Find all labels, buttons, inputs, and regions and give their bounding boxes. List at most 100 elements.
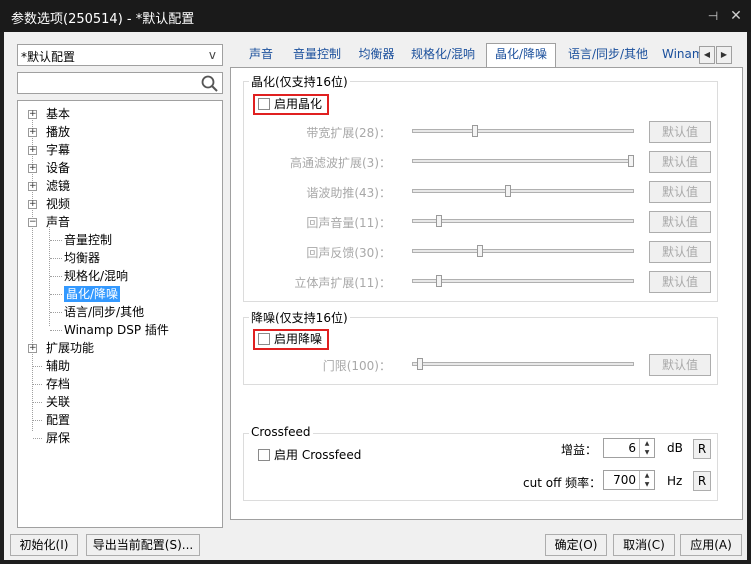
tree-item[interactable]: 存档 bbox=[46, 375, 70, 393]
cutoff-reset-button[interactable]: R bbox=[693, 471, 711, 491]
settings-tree[interactable]: + 基本 + 播放 + 字幕 + 设备 + 滤镜 + 视频 − 声音 + 扩展功能 辅助 存档 关联 配置 屏保 音量控制… bbox=[17, 100, 223, 528]
search-icon[interactable] bbox=[200, 73, 220, 93]
tree-item[interactable]: 辅助 bbox=[46, 357, 70, 375]
tree-expander-icon[interactable]: + bbox=[28, 146, 37, 155]
crystal-slider-thumb[interactable] bbox=[505, 185, 511, 197]
tab-item[interactable]: 音量控制 bbox=[287, 44, 347, 67]
crystal-slider-track[interactable] bbox=[412, 159, 634, 163]
tree-child-item[interactable]: 规格化/混响 bbox=[64, 267, 128, 285]
cancel-button[interactable]: 取消(C) bbox=[613, 534, 675, 556]
tree-expander-icon[interactable]: + bbox=[28, 110, 37, 119]
tree-item[interactable]: 屏保 bbox=[46, 429, 70, 447]
ok-button[interactable]: 确定(O) bbox=[545, 534, 607, 556]
tree-item[interactable]: 扩展功能 bbox=[46, 339, 94, 357]
crystal-slider-track[interactable] bbox=[412, 129, 634, 133]
tree-connector bbox=[33, 384, 42, 385]
tab-scroll-right-icon[interactable]: ▶ bbox=[716, 46, 732, 64]
tree-item[interactable]: 配置 bbox=[46, 411, 70, 429]
crystal-default-button[interactable]: 默认值 bbox=[649, 181, 711, 203]
tree-expander-icon[interactable]: + bbox=[28, 200, 37, 209]
denoise-default-button[interactable]: 默认值 bbox=[649, 354, 711, 376]
crystal-slider-thumb[interactable] bbox=[436, 215, 442, 227]
checkbox-box[interactable] bbox=[258, 98, 270, 110]
cutoff-spinner[interactable]: 700 ▲ ▼ bbox=[603, 470, 655, 490]
window-title: 参数选项(250514) - *默认配置 bbox=[11, 12, 195, 27]
spin-down-icon[interactable]: ▼ bbox=[639, 448, 654, 457]
init-button[interactable]: 初始化(I) bbox=[10, 534, 78, 556]
crossfeed-enable-checkbox[interactable]: 启用 Crossfeed bbox=[258, 448, 361, 464]
tab-item[interactable]: 规格化/混响 bbox=[406, 44, 480, 67]
preset-dropdown[interactable]: *默认配置 v bbox=[17, 44, 223, 66]
checkbox-box[interactable] bbox=[258, 333, 270, 345]
tree-item[interactable]: 基本 bbox=[46, 105, 70, 123]
crystal-slider-thumb[interactable] bbox=[477, 245, 483, 257]
crystal-slider-track[interactable] bbox=[412, 189, 634, 193]
tree-item[interactable]: 视频 bbox=[46, 195, 70, 213]
tree-child-item[interactable]: 语言/同步/其他 bbox=[64, 303, 144, 321]
dialog-client: *默认配置 v + 基本 + 播放 + 字幕 + 设备 + 滤镜 + 视频 − 声音 + 扩展功能 辅助 存档 关联… bbox=[4, 32, 747, 560]
title-bar[interactable]: 参数选项(250514) - *默认配置 ⊣ ✕ bbox=[0, 0, 751, 32]
crystal-enable-label: 启用晶化 bbox=[274, 97, 323, 111]
tab-scroll-left-icon[interactable]: ◀ bbox=[699, 46, 715, 64]
spin-down-icon[interactable]: ▼ bbox=[639, 480, 654, 489]
tab-item[interactable]: Winam bbox=[662, 44, 702, 67]
crystal-group-title: 晶化(仅支持16位) bbox=[249, 73, 350, 90]
bottom-button-bar: 初始化(I) 导出当前配置(S)... 确定(O) 取消(C) 应用(A) bbox=[4, 530, 747, 560]
pin-icon[interactable]: ⊣ bbox=[706, 9, 720, 23]
tab-item[interactable]: 均衡器 bbox=[353, 44, 400, 67]
close-icon[interactable]: ✕ bbox=[728, 8, 744, 24]
export-config-button[interactable]: 导出当前配置(S)... bbox=[86, 534, 200, 556]
crystal-slider-label: 回声音量(11)： bbox=[306, 216, 391, 230]
tree-connector bbox=[50, 330, 62, 331]
tree-connector bbox=[50, 312, 62, 313]
search-input[interactable] bbox=[17, 72, 223, 94]
tree-child-item[interactable]: 音量控制 bbox=[64, 231, 112, 249]
spin-up-icon[interactable]: ▲ bbox=[639, 439, 654, 448]
cutoff-label: cut off 频率： bbox=[523, 476, 602, 490]
tree-child-item[interactable]: 均衡器 bbox=[64, 249, 100, 267]
tree-child-item[interactable]: 晶化/降噪 bbox=[64, 285, 121, 303]
threshold-slider-track[interactable] bbox=[412, 362, 634, 366]
tree-child-item[interactable]: Winamp DSP 插件 bbox=[64, 321, 169, 339]
tab-item[interactable]: 语言/同步/其他 bbox=[562, 44, 654, 67]
tree-item[interactable]: 声音 bbox=[46, 213, 70, 231]
tree-item[interactable]: 播放 bbox=[46, 123, 70, 141]
tree-item[interactable]: 字幕 bbox=[46, 141, 70, 159]
crystal-default-button[interactable]: 默认值 bbox=[649, 271, 711, 293]
crystal-slider-track[interactable] bbox=[412, 279, 634, 283]
chevron-down-icon: v bbox=[208, 48, 216, 62]
crystal-default-button[interactable]: 默认值 bbox=[649, 151, 711, 173]
tree-child-label: Winamp DSP 插件 bbox=[64, 323, 169, 337]
denoise-group-title: 降噪(仅支持16位) bbox=[249, 309, 350, 326]
gain-spinner[interactable]: 6 ▲ ▼ bbox=[603, 438, 655, 458]
crystal-slider-track[interactable] bbox=[412, 219, 634, 223]
crystal-slider-thumb[interactable] bbox=[628, 155, 634, 167]
crystal-slider-label: 回声反馈(30)： bbox=[306, 246, 391, 260]
tree-expander-icon[interactable]: + bbox=[28, 128, 37, 137]
threshold-slider-thumb[interactable] bbox=[417, 358, 423, 370]
tree-expander-icon[interactable]: − bbox=[28, 218, 37, 227]
crystal-default-button[interactable]: 默认值 bbox=[649, 241, 711, 263]
crystal-slider-thumb[interactable] bbox=[472, 125, 478, 137]
tree-expander-icon[interactable]: + bbox=[28, 182, 37, 191]
tree-item[interactable]: 关联 bbox=[46, 393, 70, 411]
tree-connector bbox=[50, 294, 62, 295]
denoise-enable-checkbox[interactable]: 启用降噪 bbox=[258, 332, 322, 348]
tree-item[interactable]: 设备 bbox=[46, 159, 70, 177]
tree-child-label: 规格化/混响 bbox=[64, 269, 129, 283]
crystal-slider-track[interactable] bbox=[412, 249, 634, 253]
checkbox-box[interactable] bbox=[258, 449, 270, 461]
tree-expander-icon[interactable]: + bbox=[28, 164, 37, 173]
spin-up-icon[interactable]: ▲ bbox=[639, 471, 654, 480]
crystal-slider-label: 谐波助推(43)： bbox=[306, 186, 391, 200]
tree-item[interactable]: 滤镜 bbox=[46, 177, 70, 195]
gain-reset-button[interactable]: R bbox=[693, 439, 711, 459]
crystal-enable-checkbox[interactable]: 启用晶化 bbox=[258, 97, 322, 113]
tab-item[interactable]: 声音 bbox=[241, 44, 281, 67]
tab-item[interactable]: 晶化/降噪 bbox=[486, 43, 556, 68]
tree-expander-icon[interactable]: + bbox=[28, 344, 37, 353]
crystal-default-button[interactable]: 默认值 bbox=[649, 121, 711, 143]
crystal-slider-thumb[interactable] bbox=[436, 275, 442, 287]
apply-button[interactable]: 应用(A) bbox=[680, 534, 742, 556]
crystal-default-button[interactable]: 默认值 bbox=[649, 211, 711, 233]
